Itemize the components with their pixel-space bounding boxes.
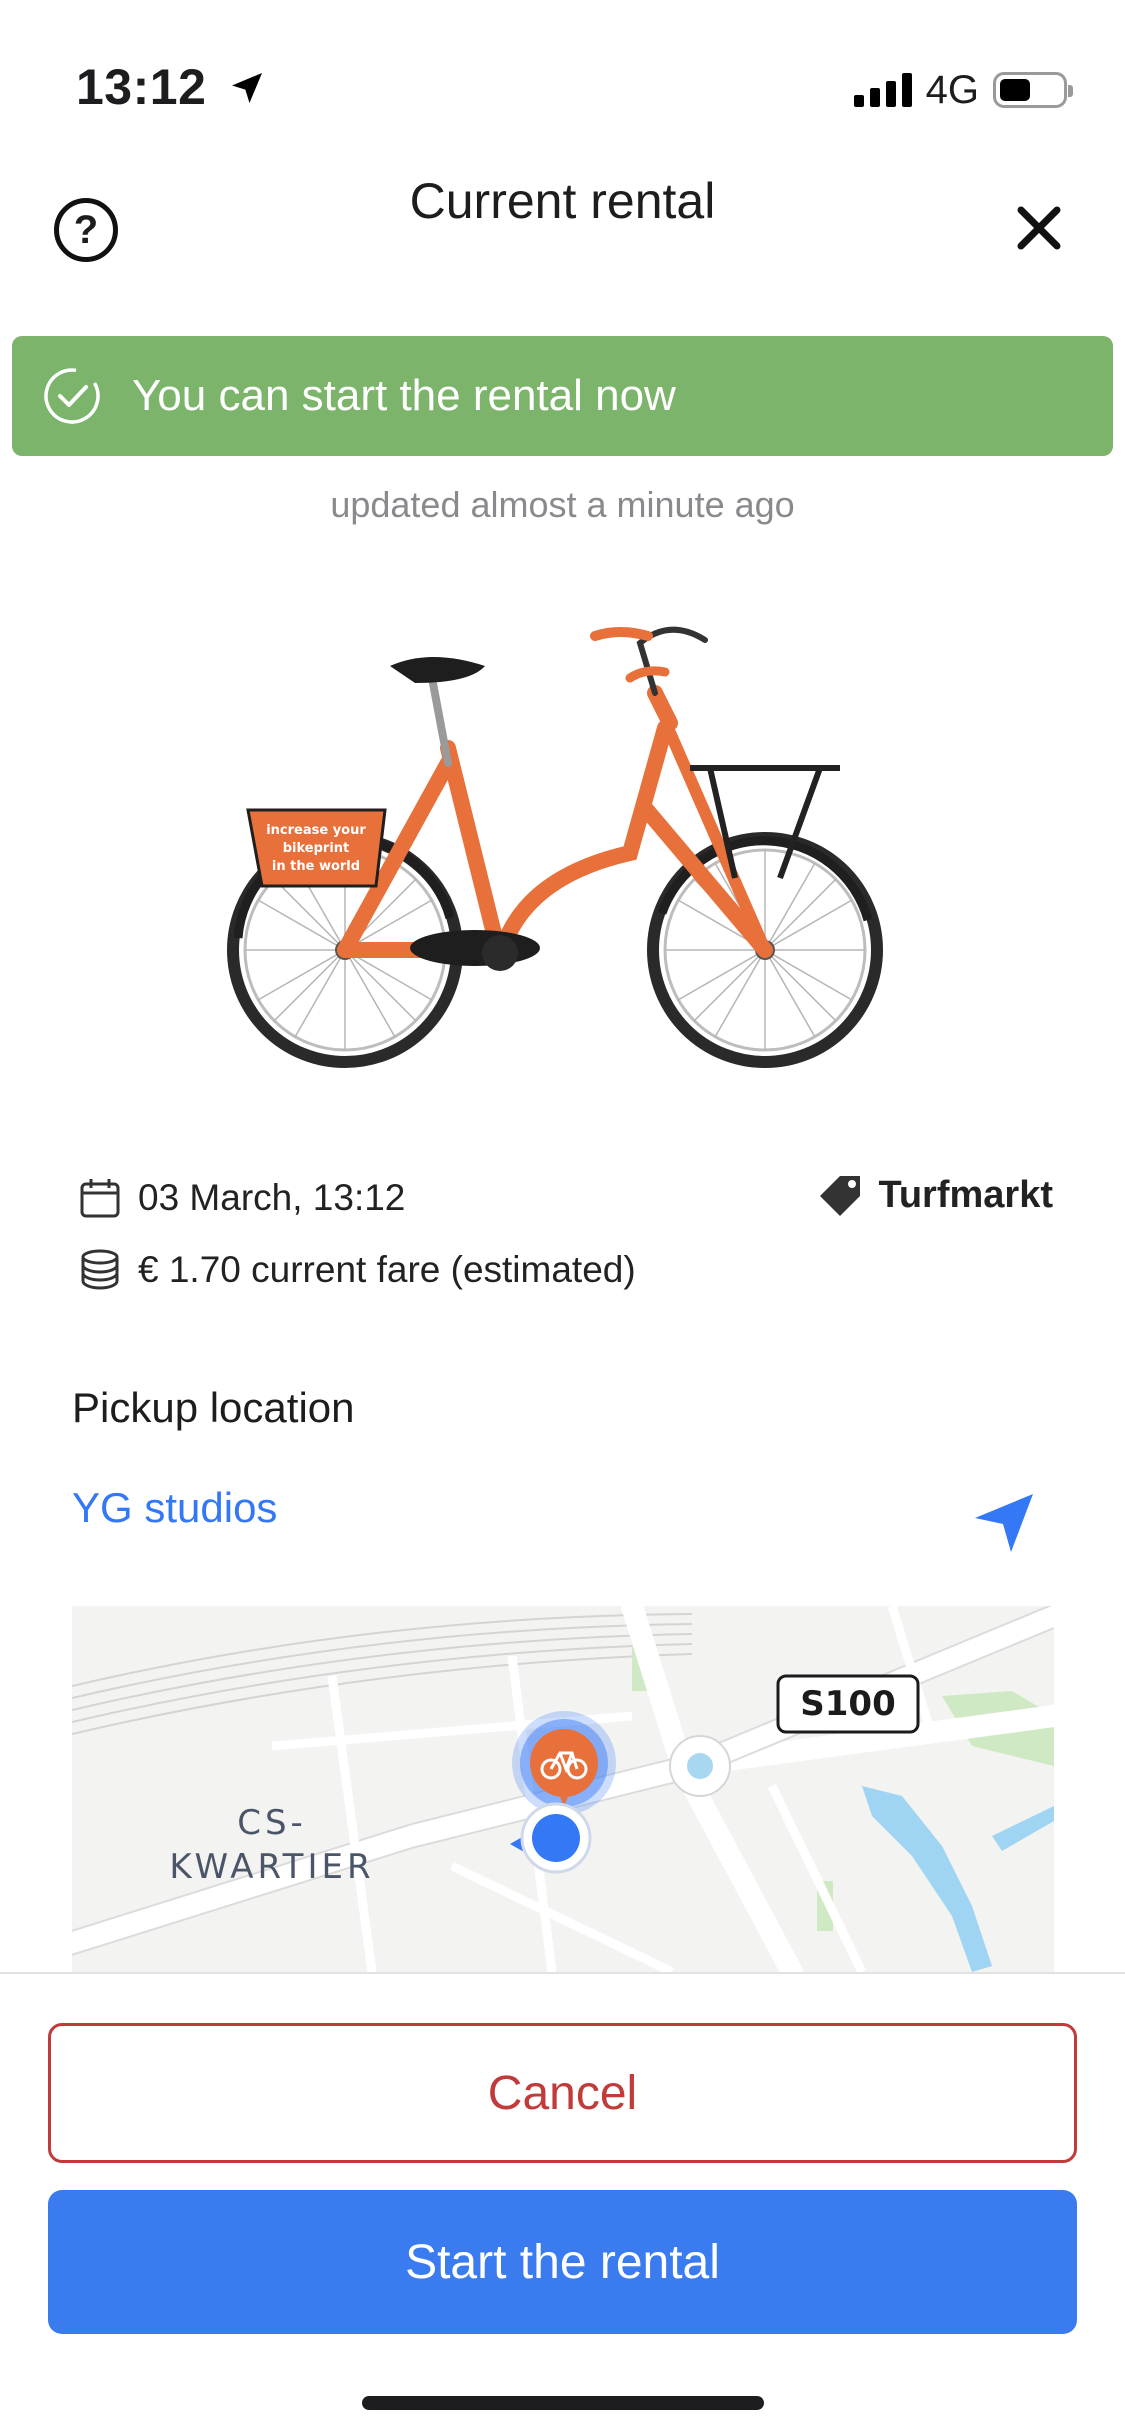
pickup-map[interactable]: S100 CS- KWARTIER: [72, 1606, 1054, 1972]
close-button[interactable]: [1007, 196, 1071, 260]
battery-icon: [993, 72, 1073, 108]
location-services-icon: [231, 73, 262, 103]
calendar-icon: [80, 1179, 120, 1218]
close-icon: [1017, 206, 1061, 250]
coins-icon: [81, 1249, 119, 1290]
zone-tag: Turfmarkt: [818, 1172, 1053, 1218]
pickup-location-link[interactable]: YG studios: [72, 1484, 277, 1532]
status-indicators: 4G: [853, 62, 1073, 118]
updated-timestamp: updated almost a minute ago: [330, 484, 795, 525]
start-rental-button[interactable]: Start the rental: [48, 2190, 1077, 2334]
frame-brand-text: DONKEY REPUBLIC: [495, 721, 587, 855]
bike-marker[interactable]: [512, 1711, 616, 1815]
basket-text-line2: bikeprint: [283, 841, 350, 856]
bike-image: increase your bikeprint in the world DON…: [227, 626, 883, 1068]
rental-datetime: 03 March, 13:12: [138, 1177, 406, 1218]
district-label-line2: KWARTIER: [169, 1847, 374, 1887]
current-fare: € 1.70 current fare (estimated): [138, 1249, 636, 1290]
network-type: 4G: [925, 67, 979, 112]
rental-ready-banner: You can start the rental now: [12, 336, 1113, 456]
navigate-button[interactable]: [969, 1488, 1039, 1558]
home-indicator[interactable]: [362, 2396, 764, 2410]
basket-text-line1: increase your: [266, 823, 366, 838]
cellular-signal-icon: [853, 73, 912, 107]
status-time: 13:12: [76, 58, 267, 116]
check-circle-icon: [44, 368, 100, 424]
road-badge-label: S100: [800, 1684, 895, 1724]
district-label-line1: CS-: [237, 1803, 307, 1843]
zone-name: Turfmarkt: [878, 1173, 1053, 1216]
banner-text: You can start the rental now: [132, 371, 676, 420]
pickup-section-title: Pickup location: [72, 1384, 355, 1431]
fare-row: € 1.70 current fare (estimated): [78, 1248, 636, 1292]
page-title: Current rental: [409, 173, 716, 229]
map-canvas: S100 CS- KWARTIER: [72, 1606, 1054, 1972]
cancel-button[interactable]: Cancel: [48, 2023, 1077, 2163]
basket-text-line3: in the world: [272, 859, 360, 874]
navigation-arrow-icon: [975, 1494, 1033, 1552]
rental-datetime-row: 03 March, 13:12: [78, 1176, 405, 1220]
tag-icon: [820, 1176, 861, 1216]
